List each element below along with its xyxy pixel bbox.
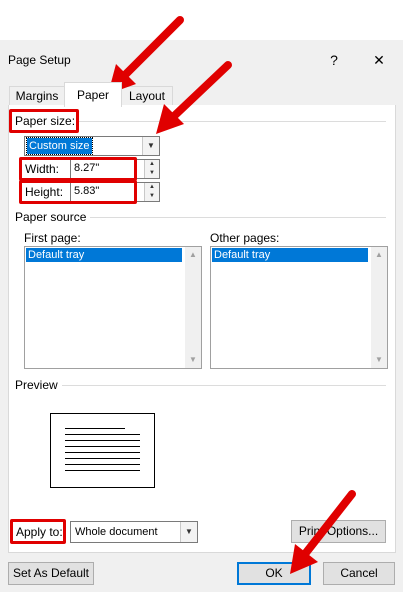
first-page-list[interactable]: Default tray ▲ ▼ xyxy=(24,246,202,369)
preview-line xyxy=(65,458,140,459)
tab-layout[interactable]: Layout xyxy=(121,86,173,106)
height-down-arrow-icon[interactable]: ▼ xyxy=(145,192,159,201)
scroll-down-icon[interactable]: ▼ xyxy=(371,352,387,368)
page-preview xyxy=(50,413,155,488)
paper-size-select[interactable]: Custom size ▼ xyxy=(24,136,160,156)
preview-line xyxy=(65,470,140,471)
list-item[interactable]: Default tray xyxy=(26,248,182,262)
preview-line xyxy=(65,428,125,429)
paper-size-value: Custom size xyxy=(26,137,93,155)
scroll-up-icon[interactable]: ▲ xyxy=(371,247,387,263)
chevron-down-icon[interactable]: ▼ xyxy=(180,522,197,542)
paper-source-label: Paper source xyxy=(15,210,91,224)
tab-margins[interactable]: Margins xyxy=(9,86,65,106)
scroll-up-icon[interactable]: ▲ xyxy=(185,247,201,263)
page-setup-dialog: Page Setup ? ✕ Margins Paper Layout Pape… xyxy=(0,0,403,592)
preview-line xyxy=(65,434,140,435)
list-item[interactable]: Default tray xyxy=(212,248,368,262)
tab-paper[interactable]: Paper xyxy=(64,82,122,107)
chevron-down-icon[interactable]: ▼ xyxy=(142,137,159,155)
other-pages-label: Other pages: xyxy=(210,231,280,245)
set-as-default-button[interactable]: Set As Default xyxy=(8,562,94,585)
annotation-box-height xyxy=(19,180,137,204)
first-page-label: First page: xyxy=(24,231,81,245)
preview-line xyxy=(65,452,140,453)
preview-line xyxy=(65,446,140,447)
print-options-button[interactable]: Print Options... xyxy=(291,520,386,543)
apply-to-value: Whole document xyxy=(75,526,158,538)
help-button[interactable]: ? xyxy=(323,50,345,70)
paper-size-separator xyxy=(78,121,386,122)
close-button[interactable]: ✕ xyxy=(368,50,390,70)
preview-label: Preview xyxy=(15,378,62,392)
ok-button[interactable]: OK xyxy=(237,562,311,585)
top-whitespace xyxy=(0,0,403,40)
other-pages-list[interactable]: Default tray ▲ ▼ xyxy=(210,246,388,369)
dialog-title: Page Setup xyxy=(8,53,71,67)
cancel-button[interactable]: Cancel xyxy=(323,562,395,585)
annotation-box-paper-size xyxy=(9,109,79,133)
scroll-down-icon[interactable]: ▼ xyxy=(185,352,201,368)
preview-separator xyxy=(60,385,386,386)
apply-to-select[interactable]: Whole document ▼ xyxy=(70,521,198,543)
other-pages-scrollbar[interactable]: ▲ ▼ xyxy=(371,247,387,368)
paper-source-separator xyxy=(80,217,386,218)
annotation-box-width xyxy=(19,157,137,181)
preview-line xyxy=(65,440,140,441)
first-page-scrollbar[interactable]: ▲ ▼ xyxy=(185,247,201,368)
preview-line xyxy=(65,464,140,465)
width-down-arrow-icon[interactable]: ▼ xyxy=(145,169,159,178)
annotation-box-apply-to xyxy=(10,519,66,544)
